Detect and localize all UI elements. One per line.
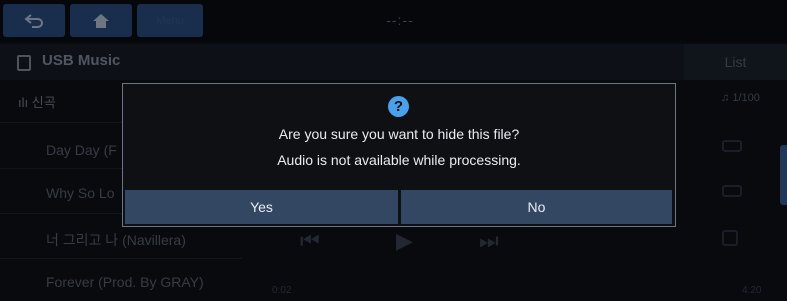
- yes-button[interactable]: Yes: [125, 190, 398, 224]
- dialog-message-line1: Are you sure you want to hide this file?: [278, 126, 520, 142]
- no-button[interactable]: No: [401, 190, 672, 224]
- question-icon: ?: [388, 96, 409, 117]
- dialog-message-line2: Audio is not available while processing.: [277, 152, 521, 168]
- yes-label: Yes: [250, 199, 273, 215]
- no-label: No: [527, 199, 546, 215]
